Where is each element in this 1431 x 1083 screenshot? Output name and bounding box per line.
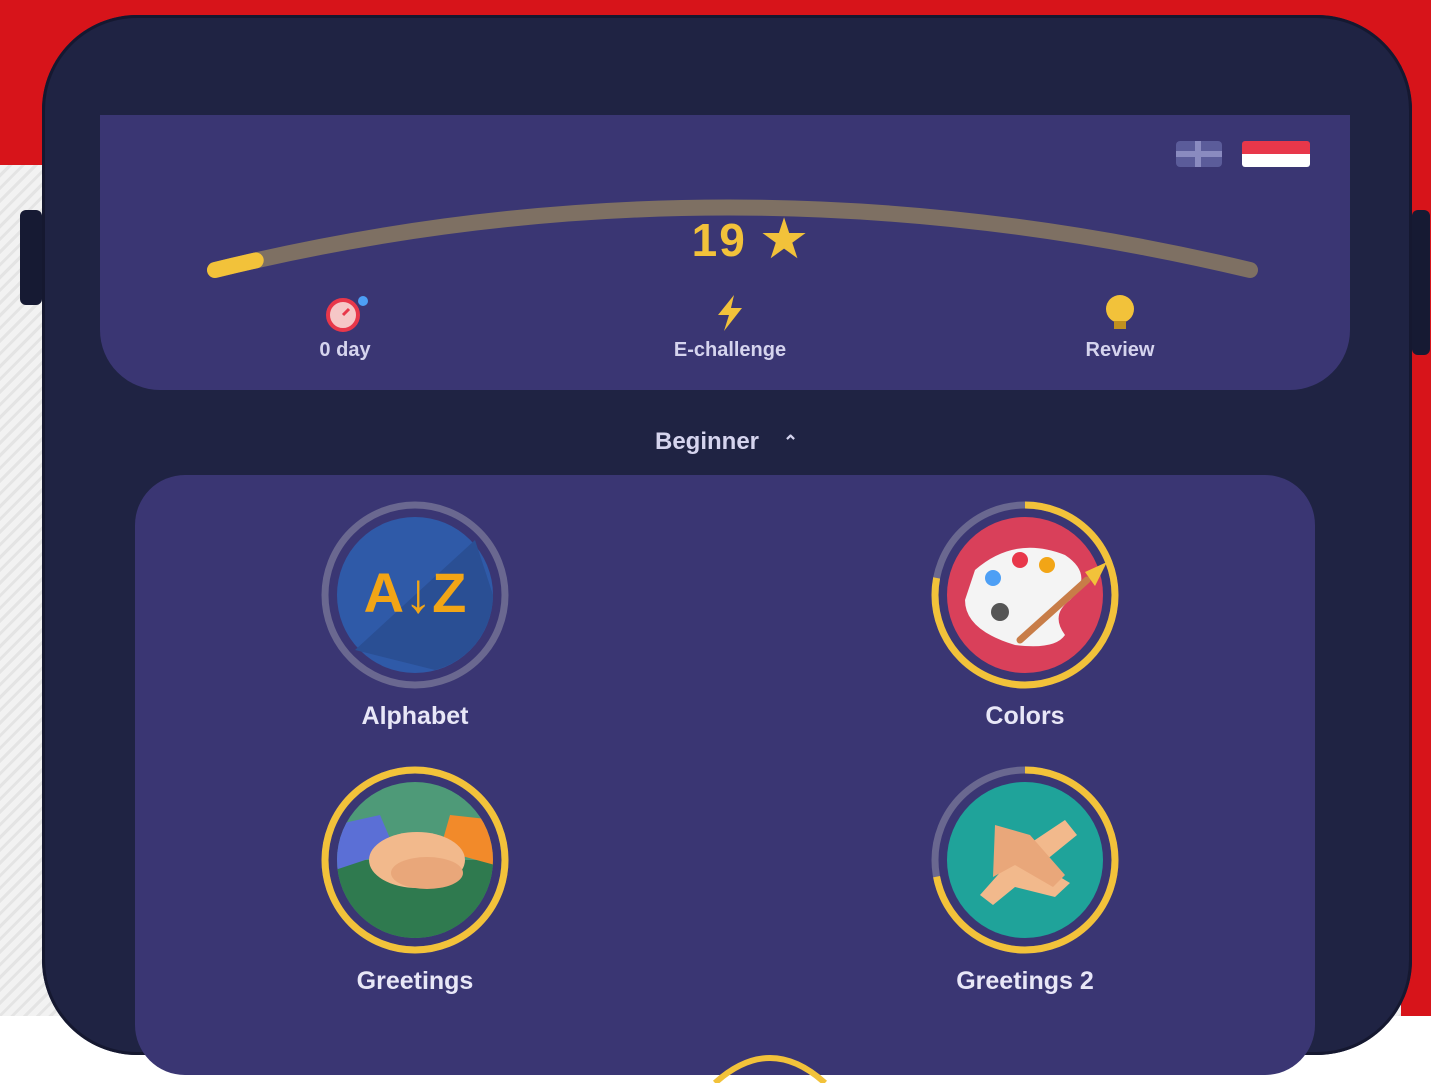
alphabet-az-icon: A↓Z (337, 517, 493, 673)
topic-progress-ring (931, 766, 1119, 954)
stat-review-label: Review (1085, 339, 1155, 361)
topic-alphabet-label: Alphabet (361, 702, 469, 730)
lightbulb-icon (1106, 295, 1134, 329)
topic-progress-ring (321, 766, 509, 954)
star-count-value: 19 (691, 214, 747, 266)
star-count: 19 ★ (620, 210, 880, 268)
level-filter[interactable]: Beginner ⌃ (655, 428, 798, 456)
streak-clock-icon (326, 296, 368, 332)
topic-progress-ring (931, 501, 1119, 689)
stat-challenge[interactable]: E-challenge (620, 293, 840, 362)
app-screen: 19 ★ 0 day E-challenge Review Beginner ⌃… (95, 110, 1357, 1083)
svg-text:A↓Z: A↓Z (364, 561, 467, 624)
phone-volume-button (20, 210, 42, 305)
topic-colors[interactable]: Colors (815, 500, 1235, 731)
palette-icon (947, 517, 1107, 673)
stat-review[interactable]: Review (1045, 293, 1195, 362)
topic-alphabet[interactable]: A↓Z Alphabet (205, 500, 625, 731)
topic-colors-label: Colors (985, 702, 1065, 730)
stat-streak[interactable]: 0 day (265, 293, 425, 362)
chevron-up-icon: ⌃ (783, 431, 799, 452)
level-filter-label: Beginner (655, 428, 760, 455)
lightning-icon (718, 295, 742, 331)
next-topic-peek (712, 1055, 828, 1083)
handshake-icon (337, 782, 493, 938)
topic-greetings-2[interactable]: Greetings 2 (815, 765, 1235, 996)
topics-card: A↓Z Alphabet Colors Greetings Greetings … (135, 475, 1315, 1083)
stat-challenge-label: E-challenge (673, 339, 787, 361)
progress-card: 19 ★ 0 day E-challenge Review (100, 115, 1350, 390)
topic-progress-ring: A↓Z (321, 501, 509, 689)
star-icon: ★ (761, 211, 809, 267)
topic-greetings-2-label: Greetings 2 (956, 967, 1094, 995)
clapping-hands-icon (947, 782, 1103, 938)
topic-greetings[interactable]: Greetings (205, 765, 625, 996)
phone-power-button (1412, 210, 1430, 355)
stat-streak-label: 0 day (319, 339, 371, 361)
topic-greetings-label: Greetings (356, 967, 474, 995)
